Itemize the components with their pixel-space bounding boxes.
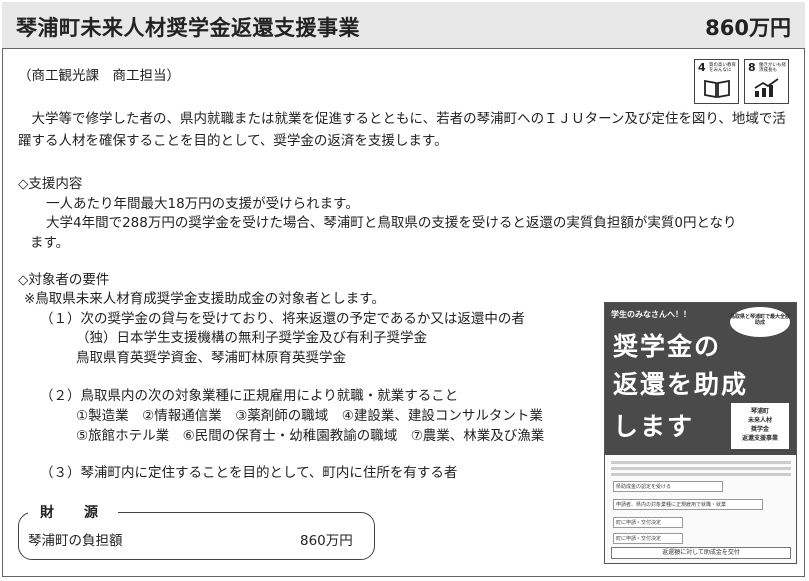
growth-chart-icon	[754, 78, 779, 97]
poster-footer-bar: 返還額に対して助成金を交付	[611, 547, 791, 559]
poster-box-line: 奨学金	[750, 426, 769, 433]
sdg-caption: 働きがいも経済成長も	[759, 63, 786, 73]
requirement-2-sub-2: ⑤旅館ホテル業 ⑥民間の保育士・幼稚園教諭の職域 ⑦農業、林業及び漁業	[76, 428, 545, 444]
support-line-2-cont: ます。	[30, 235, 70, 251]
funding-label: 琴浦町の負担額	[28, 533, 123, 549]
poster-program-box: 琴浦町 未来人材 奨学金 返還支援事業	[731, 403, 789, 449]
poster-box-line: 返還支援事業	[741, 435, 778, 442]
header-bar: 琴浦町未来人材奨学金返還支援事業 860万円	[2, 2, 805, 49]
requirements-note: ※鳥取県未来人材育成奨学金支援助成金の対象者とします。	[24, 291, 385, 307]
intro-paragraph: 大学等で修学した者の、県内就職または就業を促進するとともに、若者の琴浦町へのＩＪ…	[18, 111, 786, 149]
requirement-2-sub-1: ①製造業 ②情報通信業 ③薬剤師の職域 ④建設業、建設コンサルタント業	[76, 408, 543, 424]
department-label: （商工観光課 商工担当）	[18, 68, 180, 84]
requirement-item-1: （１）次の奨学金の貸与を受けており、将来返還の予定であるか又は返還中の者	[40, 311, 525, 327]
support-line-2: 大学4年間で288万円の奨学金を受けた場合、琴浦町と鳥取県の支援を受けると返還の…	[46, 215, 737, 231]
poster-box-line: 琴浦町	[750, 408, 769, 415]
support-heading: ◇支援内容	[18, 176, 83, 192]
poster-fine-print	[611, 461, 791, 479]
poster-big-text-2: 返還を助成	[613, 370, 749, 399]
requirement-item-2: （２）鳥取県内の次の対象業種に正規雇用により就職・就業すること	[40, 388, 459, 404]
scholarship-poster-image: 学生のみなさんへ！！ 鳥取県と琴浦町で最大全額助成 奨学金の 返還を助成 します…	[604, 302, 797, 564]
poster-badge: 鳥取県と琴浦町で最大全額助成	[730, 307, 790, 337]
requirement-1-sub-1: （独）日本学生支援機構の無利子奨学金及び有利子奨学金	[76, 330, 427, 346]
budget-amount: 860万円	[705, 16, 791, 40]
book-icon	[704, 79, 730, 98]
sdg-caption: 質の高い教育をみんなに	[709, 63, 736, 73]
requirement-item-3: （３）琴浦町内に定住することを目的として、町内に住所を有する者	[40, 465, 458, 481]
sdg-goal-4-badge: 4 質の高い教育をみんなに	[694, 59, 739, 104]
poster-big-text-1: 奨学金の	[613, 332, 722, 361]
poster-flow-step: 町に申請・交付決定	[613, 517, 683, 528]
poster-flow-step: 申請者、県内の対象業種に正規雇用で就職・就業	[613, 499, 763, 510]
requirements-heading: ◇対象者の要件	[18, 272, 110, 288]
funding-value: 860万円	[300, 533, 353, 549]
support-line-1: 一人あたり年間最大18万円の支援が受けられます。	[46, 196, 359, 212]
sdg-number: 8	[748, 61, 756, 74]
sdg-goal-8-badge: 8 働きがいも経済成長も	[744, 59, 789, 104]
page-title: 琴浦町未来人材奨学金返還支援事業	[16, 16, 360, 40]
poster-flow-step: 県助成金の認定を受ける	[613, 481, 723, 492]
poster-flow-step: 町に申請・交付決定	[613, 533, 683, 544]
poster-box-line: 未来人材	[747, 417, 772, 424]
sdg-number: 4	[698, 61, 706, 74]
poster-big-text-3: します	[613, 412, 695, 441]
funding-title: 財 源	[28, 502, 118, 522]
poster-headline: 学生のみなさんへ！！	[611, 310, 691, 319]
requirement-1-sub-2: 鳥取県育英奨学資金、琴浦町林原育英奨学金	[76, 350, 346, 366]
